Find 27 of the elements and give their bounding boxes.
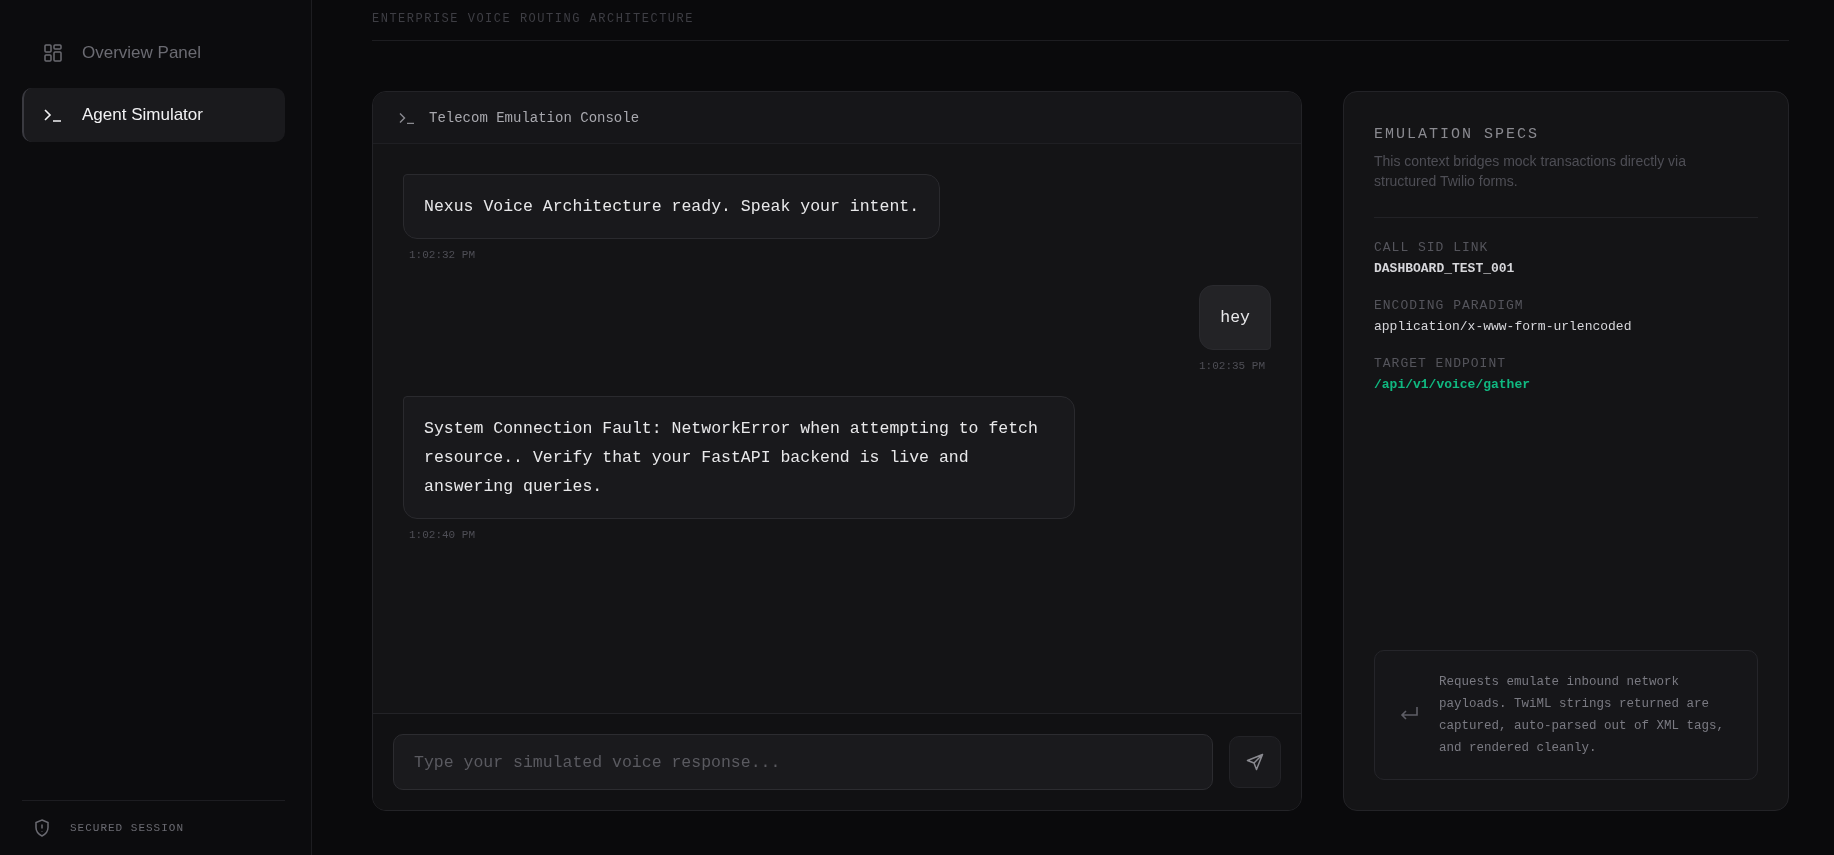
sidebar-item[interactable]: Overview Panel <box>22 26 285 80</box>
field-label: TARGET ENDPOINT <box>1374 356 1508 371</box>
specs-title: EMULATION SPECS <box>1374 126 1541 143</box>
specs-description: This context bridges mock transactions directly via structured Twilio forms. <box>1374 152 1687 191</box>
field-label: ENCODING PARADIGM <box>1374 298 1525 313</box>
shield-icon <box>34 819 50 837</box>
console-title: Telecom Emulation Console <box>429 109 640 126</box>
send-button[interactable] <box>1229 736 1281 788</box>
field-label: CALL SID LINK <box>1374 240 1490 255</box>
message-bubble: System Connection Fault: NetworkError when attempting to fetch resource.. Verify that your FastAPI backend is live and answering queries. <box>403 396 1075 519</box>
note-text: Requests emulate inbound network payloads. TwiML strings returned are captured, auto-parsed out of XML tags, and rendered cleanly. <box>1439 674 1726 757</box>
send-icon <box>1246 753 1264 771</box>
field-value: /api/v1/voice/gather <box>1374 377 1532 392</box>
message-time: 1:02:40 PM <box>408 529 476 541</box>
sidebar-item[interactable]: Agent Simulator <box>22 88 285 142</box>
message-bubble: Nexus Voice Architecture ready. Speak your intent. <box>403 174 941 239</box>
field-value: DASHBOARD_TEST_001 <box>1374 261 1516 276</box>
grid-icon <box>44 44 62 62</box>
terminal-icon <box>399 111 415 124</box>
message-input[interactable]: Type your simulated voice response... <box>393 734 1213 790</box>
field-value: application/x-www-form-urlencoded <box>1374 319 1633 334</box>
message-bubble: hey <box>1199 285 1271 350</box>
message-time: 1:02:32 PM <box>408 249 476 261</box>
session-status: SECURED SESSION <box>70 822 185 834</box>
page-subtitle: ENTERPRISE VOICE ROUTING ARCHITECTURE <box>372 12 694 26</box>
message-time: 1:02:35 PM <box>1198 360 1266 372</box>
terminal-icon <box>44 108 62 122</box>
